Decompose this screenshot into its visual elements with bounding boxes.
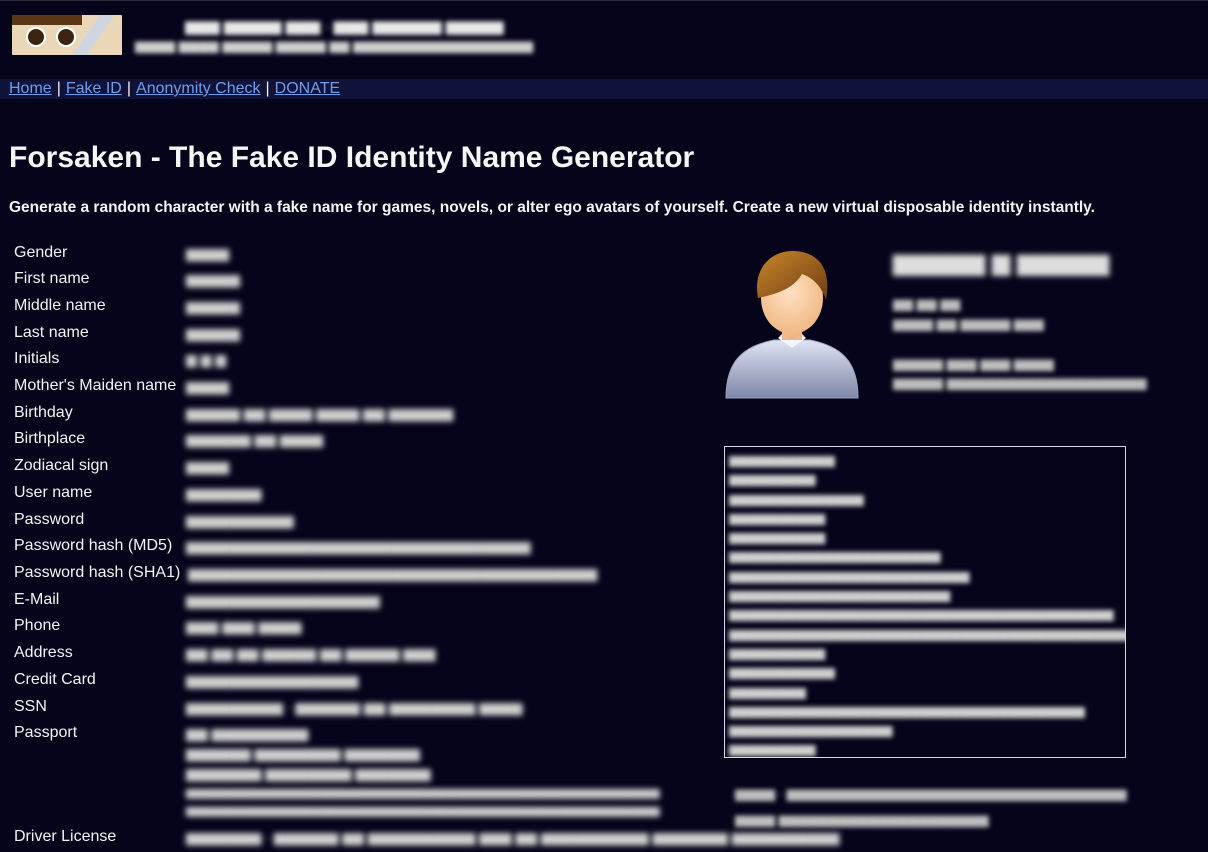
field-value-redacted: ▆▆▆▆▆▆▆ [186, 485, 262, 501]
main-nav: Home | Fake ID | Anonymity Check | DONATE [0, 79, 1208, 99]
site-subtitle-redacted: ▆▆▆▆ ▆▆▆▆ ▆▆▆▆▆ ▆▆▆▆▆ ▆▆ ▆▆▆▆▆▆▆▆▆▆▆▆▆▆▆… [135, 38, 533, 53]
identity-name-redacted: ▆▆▆▆▆ ▆ ▆▆▆▆▆ [893, 249, 1110, 276]
field-value-redacted: ▆▆▆▆▆ [186, 298, 240, 314]
field-value-redacted: ▆▆▆▆▆▆▆▆▆▆▆▆▆▆▆▆ [186, 672, 359, 688]
nav-link-home[interactable]: Home [9, 80, 52, 97]
nav-link-anonymity-check[interactable]: Anonymity Check [136, 80, 261, 97]
site-title-redacted: ▆▆▆ ▆▆▆▆▆ ▆▆▆ · ▆▆▆ ▆▆▆▆▆▆ ▆▆▆▆▆ [185, 18, 504, 35]
passport-detail-line: ▆▆▆▆▆▆▆ ▆▆▆▆▆▆▆▆ ▆▆▆▆▆▆▆ [14, 763, 714, 785]
field-label: Password [14, 511, 85, 528]
field-row-maiden-name: Mother's Maiden name ▆▆▆▆ [14, 376, 714, 398]
field-row-driver-license: Driver License ▆▆▆▆▆▆▆ · ▆▆▆▆▆▆ ▆▆ ▆▆▆▆▆▆… [14, 827, 839, 849]
nav-link-fake-id[interactable]: Fake ID [66, 80, 122, 97]
field-value-redacted: ▆▆▆ ▆▆▆ ▆▆▆▆ [186, 618, 302, 634]
field-row-gender: Gender ▆▆▆▆ [14, 243, 714, 265]
field-label: Driver License [14, 828, 117, 845]
field-value-redacted: ▆▆▆▆▆▆ ▆▆ ▆▆▆▆ [186, 431, 323, 447]
field-label: Gender [14, 244, 68, 261]
field-value-redacted: ▆▆▆▆ [186, 378, 230, 394]
field-value-redacted: ▆▆ ▆▆ ▆▆ ▆▆▆▆▆ ▆▆ ▆▆▆▆▆ ▆▆▆ [186, 645, 436, 661]
field-value-redacted: ▆▆▆▆ [186, 245, 230, 261]
field-row-passport: Passport ▆▆ ▆▆▆▆▆▆▆▆▆ [14, 723, 714, 745]
field-label: Address [14, 644, 73, 661]
field-label: E-Mail [14, 591, 60, 608]
field-value-redacted: ▆▆▆▆▆ [186, 271, 240, 287]
field-label: Phone [14, 617, 61, 634]
page-title: Forsaken - The Fake ID Identity Name Gen… [9, 141, 695, 174]
page-description: Generate a random character with a fake … [9, 199, 1095, 216]
site-header: ▆▆▆ ▆▆▆▆▆ ▆▆▆ · ▆▆▆ ▆▆▆▆▆▆ ▆▆▆▆▆ ▆▆▆▆ ▆▆… [0, 0, 1208, 63]
field-value-redacted: ▆▆▆▆▆▆▆ ▆▆▆▆▆▆▆▆ ▆▆▆▆▆▆▆ [186, 765, 431, 781]
field-value-redacted: ▆▆▆▆▆▆▆▆▆▆ [186, 512, 294, 528]
field-row-credit-card: Credit Card ▆▆▆▆▆▆▆▆▆▆▆▆▆▆▆▆ [14, 670, 714, 692]
identity-email-redacted: ▆▆▆▆▆ ▆▆▆▆▆▆▆▆▆▆▆▆▆▆▆▆▆▆▆▆ [893, 375, 1147, 390]
field-value-redacted: ▆▆▆▆ [186, 458, 230, 474]
person-avatar-icon [725, 250, 859, 399]
field-row-email: E-Mail ▆▆▆▆▆▆▆▆▆▆▆▆▆▆▆▆▆▆ [14, 590, 714, 612]
field-value-redacted: ▆▆▆▆▆▆▆▆▆▆▆▆▆▆▆▆▆▆▆▆▆▆▆▆▆▆▆▆▆▆▆▆ [186, 538, 531, 554]
site-logo-icon[interactable] [12, 15, 122, 55]
passport-mrz-line: ▆▆▆▆▆▆▆▆▆▆▆▆▆▆▆▆▆▆▆▆▆▆▆▆▆▆▆▆▆▆▆▆▆▆▆▆▆▆▆▆… [14, 801, 714, 823]
identity-phone-redacted: ▆▆▆▆▆ ▆▆▆ ▆▆▆ ▆▆▆▆ [893, 356, 1054, 371]
field-value-redacted: ▆▆▆▆▆▆▆▆▆▆▆▆▆▆▆▆▆▆▆▆▆▆▆▆▆▆▆▆▆▆▆▆▆▆▆▆▆▆ [188, 565, 598, 581]
field-label: Password hash (MD5) [14, 537, 173, 554]
field-value-redacted: ▆▆▆▆▆▆▆▆▆ · ▆▆▆▆▆▆ ▆▆ ▆▆▆▆▆▆▆▆ ▆▆▆▆ [186, 699, 523, 715]
field-value-redacted: ▆▆▆▆▆ [186, 325, 240, 341]
field-label: Last name [14, 324, 89, 341]
field-value-redacted: ▆▆▆▆▆▆▆ · ▆▆▆▆▆▆ ▆▆ ▆▆▆▆▆▆▆▆▆▆ ▆▆▆ ▆▆ ▆▆… [186, 829, 840, 845]
field-label: Passport [14, 724, 78, 741]
field-value-redacted: ▆▆▆▆▆▆ ▆▆▆▆▆▆▆▆ ▆▆▆▆▆▆▆ [186, 745, 420, 761]
field-row-address: Address ▆▆ ▆▆ ▆▆ ▆▆▆▆▆ ▆▆ ▆▆▆▆▆ ▆▆▆ [14, 643, 714, 665]
field-value-redacted: ▆▆▆▆▆▆▆▆▆▆▆▆▆▆▆▆▆▆▆▆▆▆▆▆▆▆▆▆▆▆▆▆▆▆▆▆▆▆▆▆… [186, 787, 660, 799]
field-label: Mother's Maiden name [14, 377, 177, 394]
identity-address-line-redacted: ▆▆▆▆ ▆▆ ▆▆▆▆▆ ▆▆▆ [893, 316, 1044, 331]
nav-separator: | [56, 80, 61, 97]
field-value-redacted: ▆ ▆ ▆ [186, 351, 227, 367]
field-value-redacted: ▆▆▆▆▆▆▆▆▆▆▆▆▆▆▆▆▆▆▆▆▆▆▆▆▆▆▆▆▆▆▆▆▆▆▆▆▆▆▆▆… [186, 805, 660, 817]
field-row-last-name: Last name ▆▆▆▆▆ [14, 323, 714, 345]
guid-redacted: ▆▆▆▆ · ▆▆▆▆▆▆▆▆▆▆▆▆▆▆▆▆▆▆▆▆▆▆▆▆▆▆▆▆▆▆▆▆▆… [735, 786, 1127, 801]
field-row-phone: Phone ▆▆▆ ▆▆▆ ▆▆▆▆ [14, 616, 714, 638]
field-row-birthday: Birthday ▆▆▆▆▆ ▆▆ ▆▆▆▆ ▆▆▆▆ ▆▆ ▆▆▆▆▆▆ [14, 403, 714, 425]
field-label: Credit Card [14, 671, 96, 688]
field-row-md5: Password hash (MD5) ▆▆▆▆▆▆▆▆▆▆▆▆▆▆▆▆▆▆▆▆▆… [14, 536, 714, 558]
field-row-password: Password ▆▆▆▆▆▆▆▆▆▆ [14, 510, 714, 532]
field-row-middle-name: Middle name ▆▆▆▆▆ [14, 296, 714, 318]
field-label: Birthday [14, 404, 73, 421]
field-row-first-name: First name ▆▆▆▆▆ [14, 269, 714, 291]
field-label: First name [14, 270, 90, 287]
field-label: Middle name [14, 297, 106, 314]
field-value-redacted: ▆▆▆▆▆ ▆▆ ▆▆▆▆ ▆▆▆▆ ▆▆ ▆▆▆▆▆▆ [186, 405, 454, 421]
field-row-sha1: Password hash (SHA1) ▆▆▆▆▆▆▆▆▆▆▆▆▆▆▆▆▆▆▆▆… [14, 563, 714, 585]
field-label: Zodiacal sign [14, 457, 109, 474]
field-label: User name [14, 484, 93, 501]
nav-separator: | [265, 80, 270, 97]
field-value-redacted: ▆▆▆▆▆▆▆▆▆▆▆▆▆▆▆▆▆▆ [186, 592, 380, 608]
nav-link-donate[interactable]: DONATE [275, 80, 340, 97]
field-row-ssn: SSN ▆▆▆▆▆▆▆▆▆ · ▆▆▆▆▆▆ ▆▆ ▆▆▆▆▆▆▆▆ ▆▆▆▆ [14, 697, 714, 719]
field-label: Birthplace [14, 430, 86, 447]
passport-detail-line: ▆▆▆▆▆▆ ▆▆▆▆▆▆▆▆ ▆▆▆▆▆▆▆ [14, 743, 714, 765]
identity-address-line-redacted: ▆▆ ▆▆ ▆▆ [893, 296, 961, 311]
user-agent-redacted: ▆▆▆▆ ▆▆▆▆▆▆▆▆▆▆▆▆▆▆▆▆▆▆▆▆▆ [735, 812, 989, 827]
nav-separator: | [126, 80, 132, 97]
field-label: Initials [14, 350, 60, 367]
field-row-birthplace: Birthplace ▆▆▆▆▆▆ ▆▆ ▆▆▆▆ [14, 429, 714, 451]
field-label: SSN [14, 698, 47, 715]
field-value-redacted: ▆▆ ▆▆▆▆▆▆▆▆▆ [186, 725, 309, 741]
field-row-initials: Initials ▆ ▆ ▆ [14, 349, 714, 371]
field-label: Password hash (SHA1) [14, 564, 181, 581]
vcard-textarea[interactable]: ▆▆▆▆▆▆▆▆▆▆▆ ▆▆▆▆▆▆▆▆▆ ▆▆▆▆▆▆▆▆▆▆▆▆▆▆ ▆▆▆… [724, 446, 1126, 758]
field-row-username: User name ▆▆▆▆▆▆▆ [14, 483, 714, 505]
field-row-zodiac: Zodiacal sign ▆▆▆▆ [14, 456, 714, 478]
